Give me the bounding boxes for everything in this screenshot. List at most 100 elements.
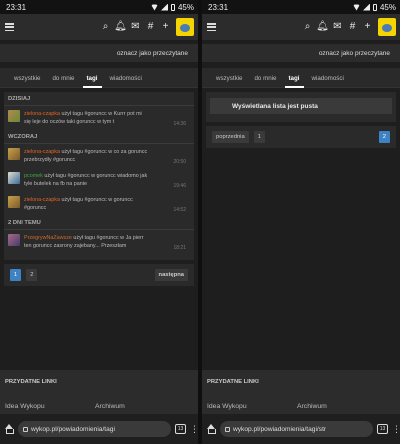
footer-link-idea[interactable]: Idea Wykopu — [207, 403, 297, 410]
tab-wszystkie[interactable]: wszystkie — [210, 75, 248, 87]
avatar[interactable] — [8, 172, 20, 184]
list-item[interactable]: pcomek użył tagu #goruncc w goruncc wiad… — [4, 168, 194, 192]
address-bar[interactable]: wykop.pl/powiadomienia/tagi/str — [220, 421, 373, 437]
search-icon[interactable]: ⌕ — [300, 14, 315, 40]
signal-icon — [160, 3, 168, 11]
left-screen: 23:31 45% ⌕ 🔔︎ ✉ # + oznacz jako przeczy… — [0, 0, 198, 444]
tab-count-button[interactable]: 13 — [377, 424, 388, 434]
timestamp: 19:46 — [173, 183, 186, 189]
more-menu-icon[interactable]: ⋮ — [190, 424, 198, 434]
timestamp: 18:21 — [173, 245, 186, 251]
tab-do-mnie[interactable]: do mnie — [46, 75, 80, 87]
lock-icon — [23, 426, 28, 432]
prev-page-button[interactable]: poprzednia — [212, 131, 249, 143]
home-icon[interactable] — [4, 424, 14, 434]
lock-icon — [225, 426, 230, 432]
menu-icon[interactable] — [5, 23, 14, 31]
footer-link-idea[interactable]: Idea Wykopu — [5, 403, 95, 410]
notification-tabs: wszystkie do mnie tagi wiadomości — [0, 68, 198, 88]
footer-heading: PRZYDATNE LINKI — [207, 379, 259, 385]
battery-level: 45% — [379, 2, 396, 12]
plus-icon[interactable]: + — [158, 14, 173, 40]
footer-link-archiwum[interactable]: Archiwum — [297, 403, 387, 410]
menu-icon[interactable] — [207, 23, 216, 31]
wykop-logo[interactable] — [176, 18, 194, 36]
battery-level: 45% — [177, 2, 194, 12]
status-bar: 23:31 45% — [0, 0, 198, 14]
tab-wszystkie[interactable]: wszystkie — [8, 75, 46, 87]
timestamp: 14:36 — [173, 121, 186, 127]
notification-text: zielona-czapka użył tagu #goruncc w goru… — [24, 197, 133, 211]
plus-icon[interactable]: + — [360, 14, 375, 40]
username[interactable]: zielona-czapka — [24, 111, 60, 117]
browser-bar: wykop.pl/powiadomienia/tagi 13 ⋮ — [0, 414, 198, 444]
empty-list-panel: Wyświetlana lista jest pusta — [206, 92, 396, 122]
tab-tagi[interactable]: tagi — [283, 75, 306, 88]
list-item[interactable]: PrzegrywNaZawsze użył tagu #goruncc w Ja… — [4, 230, 194, 254]
tab-wiadomosci[interactable]: wiadomości — [104, 75, 148, 87]
address-bar[interactable]: wykop.pl/powiadomienia/tagi — [18, 421, 171, 437]
avatar[interactable] — [8, 148, 20, 160]
pagination: poprzednia 1 2 — [206, 126, 396, 148]
avatar[interactable] — [8, 196, 20, 208]
empty-list-message: Wyświetlana lista jest pusta — [210, 98, 392, 114]
section-heading-2-days: 2 DNI TEMU — [4, 216, 194, 230]
username[interactable]: pcomek — [24, 173, 43, 179]
status-time: 23:31 — [208, 2, 229, 12]
page-2-button[interactable]: 2 — [26, 269, 38, 281]
list-item[interactable]: zielona-czapka użył tagu #goruncc w Kurr… — [4, 106, 194, 130]
username[interactable]: zielona-czapka — [24, 197, 60, 203]
section-heading-today: DZISIAJ — [4, 92, 194, 106]
notification-text: zielona-czapka użył tagu #goruncc w Kurr… — [24, 111, 142, 125]
avatar[interactable] — [8, 110, 20, 122]
hashtag-icon[interactable]: # — [143, 14, 158, 40]
home-icon[interactable] — [206, 424, 216, 434]
list-item[interactable]: zielona-czapka użył tagu #goruncc w co z… — [4, 144, 194, 168]
status-bar: 23:31 45% — [202, 0, 400, 14]
timestamp: 14:52 — [173, 207, 186, 213]
tab-tagi[interactable]: tagi — [81, 75, 104, 88]
search-icon[interactable]: ⌕ — [98, 14, 113, 40]
page-2-button[interactable]: 2 — [378, 131, 390, 143]
notification-text: pcomek użył tagu #goruncc w goruncc wiad… — [24, 173, 148, 187]
tab-count-button[interactable]: 13 — [175, 424, 186, 434]
status-time: 23:31 — [6, 2, 27, 12]
hashtag-icon[interactable]: # — [345, 14, 360, 40]
right-screen: 23:31 45% ⌕ 🔔︎ ✉ # + oznacz jako przeczy… — [202, 0, 400, 444]
wykop-logo[interactable] — [378, 18, 396, 36]
bell-icon[interactable]: 🔔︎ — [315, 14, 330, 40]
footer-heading: PRZYDATNE LINKI — [5, 379, 57, 385]
signal-icon — [362, 3, 370, 11]
username[interactable]: zielona-czapka — [24, 149, 60, 155]
section-heading-yesterday: WCZORAJ — [4, 130, 194, 144]
more-menu-icon[interactable]: ⋮ — [392, 424, 400, 434]
notification-list: DZISIAJ zielona-czapka użył tagu #gorunc… — [4, 92, 194, 260]
mail-icon[interactable]: ✉ — [128, 14, 143, 40]
app-bar: ⌕ 🔔︎ ✉ # + — [202, 14, 400, 40]
page-1-button[interactable]: 1 — [10, 269, 22, 281]
bell-icon[interactable]: 🔔︎ — [113, 14, 128, 40]
page-1-button[interactable]: 1 — [253, 131, 265, 143]
list-item[interactable]: zielona-czapka użył tagu #goruncc w goru… — [4, 192, 194, 216]
footer-link-archiwum[interactable]: Archiwum — [95, 403, 185, 410]
battery-icon — [372, 3, 377, 11]
wifi-icon — [150, 4, 158, 11]
url-text: wykop.pl/powiadomienia/tagi/str — [233, 425, 327, 433]
wifi-icon — [352, 4, 360, 11]
notification-text: zielona-czapka użył tagu #goruncc w co z… — [24, 149, 148, 163]
notification-tabs: wszystkie do mnie tagi wiadomości — [202, 68, 400, 88]
username[interactable]: PrzegrywNaZawsze — [24, 235, 72, 241]
mark-read-link[interactable]: oznacz jako przeczytane — [0, 44, 198, 62]
mark-read-link[interactable]: oznacz jako przeczytane — [202, 44, 400, 62]
tab-do-mnie[interactable]: do mnie — [248, 75, 282, 87]
notification-text: PrzegrywNaZawsze użył tagu #goruncc w Ja… — [24, 235, 144, 249]
timestamp: 20:50 — [173, 159, 186, 165]
mail-icon[interactable]: ✉ — [330, 14, 345, 40]
url-text: wykop.pl/powiadomienia/tagi — [31, 425, 115, 433]
browser-bar: wykop.pl/powiadomienia/tagi/str 13 ⋮ — [202, 414, 400, 444]
next-page-button[interactable]: następna — [154, 269, 188, 281]
pagination: 1 2 następna — [4, 264, 194, 286]
avatar[interactable] — [8, 234, 20, 246]
tab-wiadomosci[interactable]: wiadomości — [306, 75, 350, 87]
app-bar: ⌕ 🔔︎ ✉ # + — [0, 14, 198, 40]
